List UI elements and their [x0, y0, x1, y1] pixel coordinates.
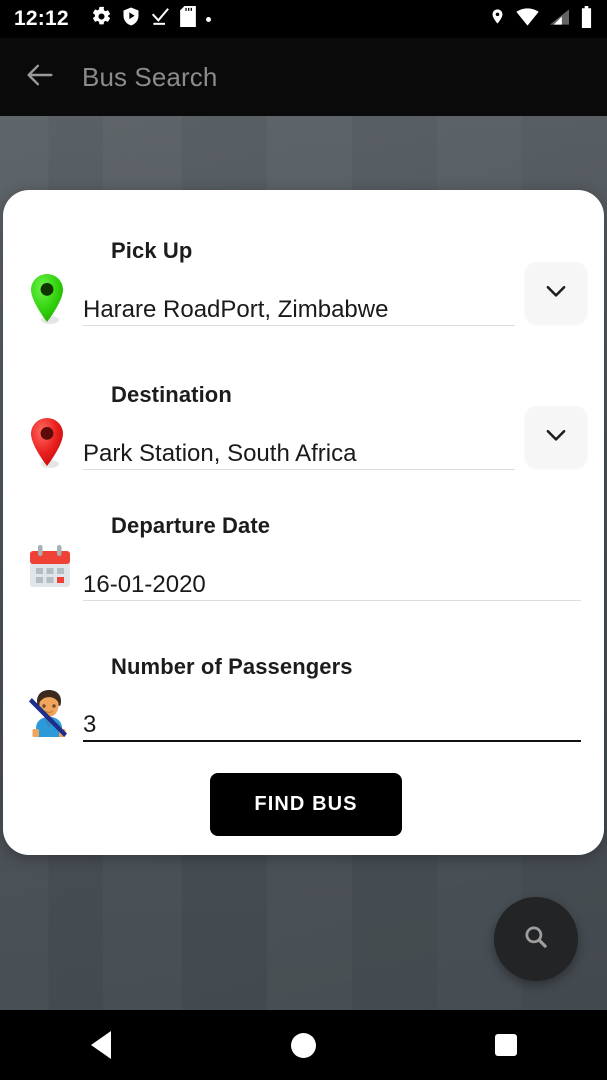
status-bar-left: 12:12: [14, 6, 489, 32]
check-download-icon: [150, 7, 170, 32]
gear-icon: [91, 6, 112, 32]
nav-home-circle-icon: [290, 1032, 316, 1058]
wifi-icon: [516, 7, 539, 31]
passengers-label: Number of Passengers: [111, 654, 353, 679]
status-bar-clock: 12:12: [14, 7, 69, 30]
cellular-signal-icon: [549, 8, 570, 31]
nav-back-button[interactable]: [56, 1010, 146, 1080]
calendar-icon: [27, 543, 73, 599]
passenger-person-icon: [25, 687, 71, 743]
nav-back-triangle-icon: [91, 1031, 112, 1059]
destination-value: Park Station, South Africa: [83, 440, 357, 467]
departure-date-row: 16-01-2020: [3, 545, 604, 601]
chevron-down-icon: [541, 276, 571, 311]
search-icon: [521, 922, 551, 957]
dot-icon: [205, 16, 211, 22]
destination-dropdown-button[interactable]: [525, 406, 587, 468]
nav-recents-square-icon: [494, 1034, 517, 1056]
status-bar-right: [489, 5, 593, 33]
back-button[interactable]: [12, 49, 68, 105]
destination-label: Destination: [111, 382, 232, 407]
passengers-value: 3: [83, 711, 97, 738]
app-bar: Bus Search: [0, 38, 607, 116]
destination-row: Park Station, South Africa: [3, 406, 604, 472]
nav-home-button[interactable]: [258, 1010, 348, 1080]
chevron-down-icon: [541, 420, 571, 455]
departure-date-value: 16-01-2020: [83, 571, 206, 598]
search-form-card: Pick Up Harare RoadPort, Zimbabwe Destin…: [3, 190, 604, 855]
back-arrow-icon: [23, 58, 57, 97]
green-map-pin-icon: [27, 272, 73, 328]
status-bar: 12:12: [0, 0, 607, 38]
find-bus-button[interactable]: FIND BUS: [210, 773, 402, 836]
phone-screen: 12:12 Bus Search Pick Up Harare RoadPort…: [0, 0, 607, 1080]
destination-field-group: Destination Park Station, South Africa: [3, 382, 604, 470]
pickup-input[interactable]: Harare RoadPort, Zimbabwe: [83, 295, 515, 326]
search-fab-button[interactable]: [494, 897, 578, 981]
departure-date-input[interactable]: 16-01-2020: [83, 570, 581, 601]
departure-date-label: Departure Date: [111, 513, 271, 538]
pickup-label: Pick Up: [111, 238, 193, 263]
android-navigation-bar: [0, 1010, 607, 1080]
sd-card-icon: [179, 6, 196, 32]
pickup-row: Harare RoadPort, Zimbabwe: [3, 262, 604, 328]
red-map-pin-icon: [27, 416, 73, 472]
location-pin-icon: [489, 6, 506, 32]
shield-play-icon: [122, 6, 140, 32]
pickup-field-group: Pick Up Harare RoadPort, Zimbabwe: [3, 238, 604, 326]
passengers-row: 3: [3, 686, 604, 742]
departure-date-field-group: Departure Date 16-01-2020: [3, 513, 604, 601]
passengers-input[interactable]: 3: [83, 710, 581, 742]
pickup-value: Harare RoadPort, Zimbabwe: [83, 296, 389, 323]
destination-input[interactable]: Park Station, South Africa: [83, 439, 515, 470]
page-title: Bus Search: [82, 61, 218, 92]
nav-recents-button[interactable]: [461, 1010, 551, 1080]
pickup-dropdown-button[interactable]: [525, 262, 587, 324]
passengers-field-group: Number of Passengers 3: [3, 654, 604, 742]
battery-icon: [580, 5, 593, 33]
